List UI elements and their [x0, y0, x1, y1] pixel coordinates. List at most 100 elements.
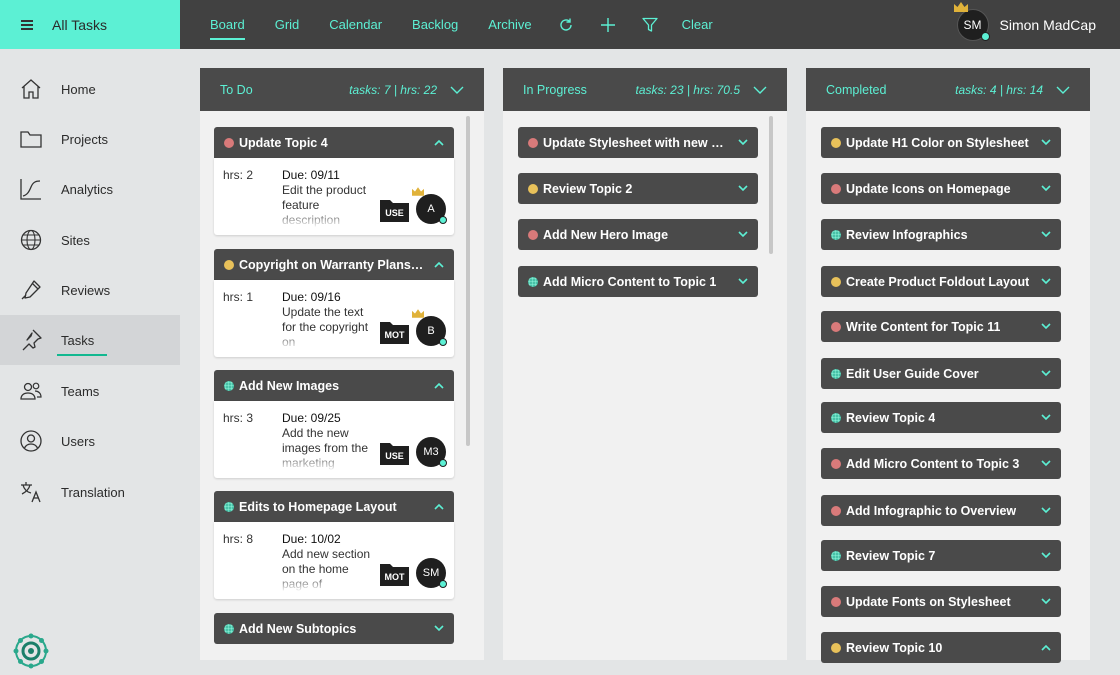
- task-card[interactable]: Write Content for Topic 11: [821, 311, 1061, 342]
- card-header[interactable]: Update Stylesheet with new Br...: [518, 127, 758, 158]
- refresh-icon[interactable]: [558, 17, 574, 33]
- avatar[interactable]: SM: [953, 1, 990, 41]
- sidebar-item-tasks[interactable]: Tasks: [0, 315, 180, 365]
- chevron-down-icon[interactable]: [1041, 507, 1051, 514]
- card-header[interactable]: Copyright on Warranty Plans B...: [214, 249, 454, 280]
- task-card[interactable]: Update H1 Color on Stylesheet: [821, 127, 1061, 158]
- chevron-down-icon[interactable]: [1041, 414, 1051, 421]
- sidebar-item-home[interactable]: Home: [0, 64, 180, 114]
- task-card[interactable]: Add New Images hrs: 3 Due: 09/25 Add the…: [214, 370, 454, 478]
- tab-backlog[interactable]: Backlog: [412, 17, 458, 32]
- task-card[interactable]: Create Product Foldout Layout: [821, 266, 1061, 297]
- task-card[interactable]: Update Topic 4 hrs: 2 Due: 09/11 Edit th…: [214, 127, 454, 235]
- sidebar-item-users[interactable]: Users: [0, 416, 180, 466]
- chevron-down-icon[interactable]: [1041, 139, 1051, 146]
- chevron-down-icon[interactable]: [738, 278, 748, 285]
- chevron-down-icon[interactable]: [738, 231, 748, 238]
- card-header[interactable]: Edits to Homepage Layout: [214, 491, 454, 522]
- card-header[interactable]: Add Infographic to Overview: [821, 495, 1061, 526]
- chevron-down-icon[interactable]: [1041, 185, 1051, 192]
- task-card[interactable]: Edits to Homepage Layout hrs: 8 Due: 10/…: [214, 491, 454, 599]
- task-card[interactable]: Add New Hero Image: [518, 219, 758, 250]
- card-header[interactable]: Add New Hero Image: [518, 219, 758, 250]
- sidebar-item-translation[interactable]: Translation: [0, 467, 180, 517]
- project-folder-icon[interactable]: USE: [380, 198, 409, 222]
- card-header[interactable]: Review Topic 4: [821, 402, 1061, 433]
- chevron-down-icon[interactable]: [1041, 323, 1051, 330]
- chevron-down-icon[interactable]: [738, 185, 748, 192]
- assignee-avatar[interactable]: M3: [416, 437, 447, 467]
- chevron-down-icon[interactable]: [1041, 231, 1051, 238]
- chevron-down-icon[interactable]: [1041, 598, 1051, 605]
- tab-archive[interactable]: Archive: [488, 17, 531, 32]
- chevron-down-icon[interactable]: [1041, 370, 1051, 377]
- task-card[interactable]: Add Micro Content to Topic 3: [821, 448, 1061, 479]
- task-card[interactable]: Review Topic 10: [821, 632, 1061, 663]
- project-folder-icon[interactable]: MOT: [380, 320, 409, 344]
- scrollbar-thumb[interactable]: [769, 116, 773, 254]
- sidebar-item-sites[interactable]: Sites: [0, 215, 180, 265]
- task-card[interactable]: Review Infographics: [821, 219, 1061, 250]
- chevron-down-icon[interactable]: [1056, 86, 1070, 94]
- task-card[interactable]: Review Topic 4: [821, 402, 1061, 433]
- scrollbar[interactable]: [466, 116, 470, 446]
- tab-board[interactable]: Board: [210, 17, 245, 40]
- tab-grid[interactable]: Grid: [275, 17, 300, 32]
- scrollbar[interactable]: [769, 116, 773, 254]
- chevron-up-icon[interactable]: [434, 139, 444, 146]
- card-header[interactable]: Update Icons on Homepage: [821, 173, 1061, 204]
- card-header[interactable]: Add Micro Content to Topic 3: [821, 448, 1061, 479]
- card-header[interactable]: Add Micro Content to Topic 1: [518, 266, 758, 297]
- chevron-down-icon[interactable]: [1041, 460, 1051, 467]
- chevron-down-icon[interactable]: [738, 139, 748, 146]
- chevron-down-icon[interactable]: [434, 625, 444, 632]
- task-card[interactable]: Review Topic 2: [518, 173, 758, 204]
- sidebar-item-teams[interactable]: Teams: [0, 366, 180, 416]
- card-header[interactable]: Review Infographics: [821, 219, 1061, 250]
- hamburger-menu-icon[interactable]: [21, 19, 33, 30]
- task-card[interactable]: Review Topic 7: [821, 540, 1061, 571]
- card-header[interactable]: Add New Images: [214, 370, 454, 401]
- scrollbar-thumb[interactable]: [466, 116, 470, 446]
- task-card[interactable]: Update Fonts on Stylesheet: [821, 586, 1061, 617]
- tab-calendar[interactable]: Calendar: [329, 17, 382, 32]
- chevron-down-icon[interactable]: [1041, 552, 1051, 559]
- user-menu[interactable]: SM Simon MadCap: [953, 0, 1096, 49]
- add-icon[interactable]: [600, 17, 616, 33]
- card-header[interactable]: Update Topic 4: [214, 127, 454, 158]
- chevron-up-icon[interactable]: [1041, 644, 1051, 651]
- task-card[interactable]: Copyright on Warranty Plans B... hrs: 1 …: [214, 249, 454, 357]
- task-card[interactable]: Update Stylesheet with new Br...: [518, 127, 758, 158]
- task-card[interactable]: Add Infographic to Overview: [821, 495, 1061, 526]
- clear-button[interactable]: Clear: [682, 17, 713, 32]
- card-header[interactable]: Review Topic 7: [821, 540, 1061, 571]
- sidebar-item-reviews[interactable]: Reviews: [0, 265, 180, 315]
- task-card[interactable]: Update Icons on Homepage: [821, 173, 1061, 204]
- card-header[interactable]: Add New Subtopics: [214, 613, 454, 644]
- chevron-up-icon[interactable]: [434, 261, 444, 268]
- chevron-down-icon[interactable]: [753, 86, 767, 94]
- project-folder-icon[interactable]: USE: [380, 441, 409, 465]
- assignee-avatar[interactable]: SM: [416, 558, 447, 588]
- chevron-down-icon[interactable]: [450, 86, 464, 94]
- task-card[interactable]: Edit User Guide Cover: [821, 358, 1061, 389]
- chevron-up-icon[interactable]: [434, 382, 444, 389]
- card-header[interactable]: Write Content for Topic 11: [821, 311, 1061, 342]
- card-header[interactable]: Create Product Foldout Layout: [821, 266, 1061, 297]
- sidebar-item-projects[interactable]: Projects: [0, 114, 180, 164]
- chevron-up-icon[interactable]: [434, 503, 444, 510]
- assignee-avatar[interactable]: B: [412, 309, 447, 346]
- sidebar-item-analytics[interactable]: Analytics: [0, 164, 180, 214]
- assignee-avatar[interactable]: A: [412, 187, 447, 224]
- card-title: Add New Images: [239, 378, 340, 393]
- project-folder-icon[interactable]: MOT: [380, 562, 409, 586]
- card-header[interactable]: Update H1 Color on Stylesheet: [821, 127, 1061, 158]
- card-header[interactable]: Review Topic 10: [821, 632, 1061, 663]
- filter-icon[interactable]: [641, 17, 658, 33]
- card-header[interactable]: Edit User Guide Cover: [821, 358, 1061, 389]
- chevron-down-icon[interactable]: [1041, 278, 1051, 285]
- task-card[interactable]: Add Micro Content to Topic 1: [518, 266, 758, 297]
- card-header[interactable]: Update Fonts on Stylesheet: [821, 586, 1061, 617]
- task-card[interactable]: Add New Subtopics: [214, 613, 454, 644]
- card-header[interactable]: Review Topic 2: [518, 173, 758, 204]
